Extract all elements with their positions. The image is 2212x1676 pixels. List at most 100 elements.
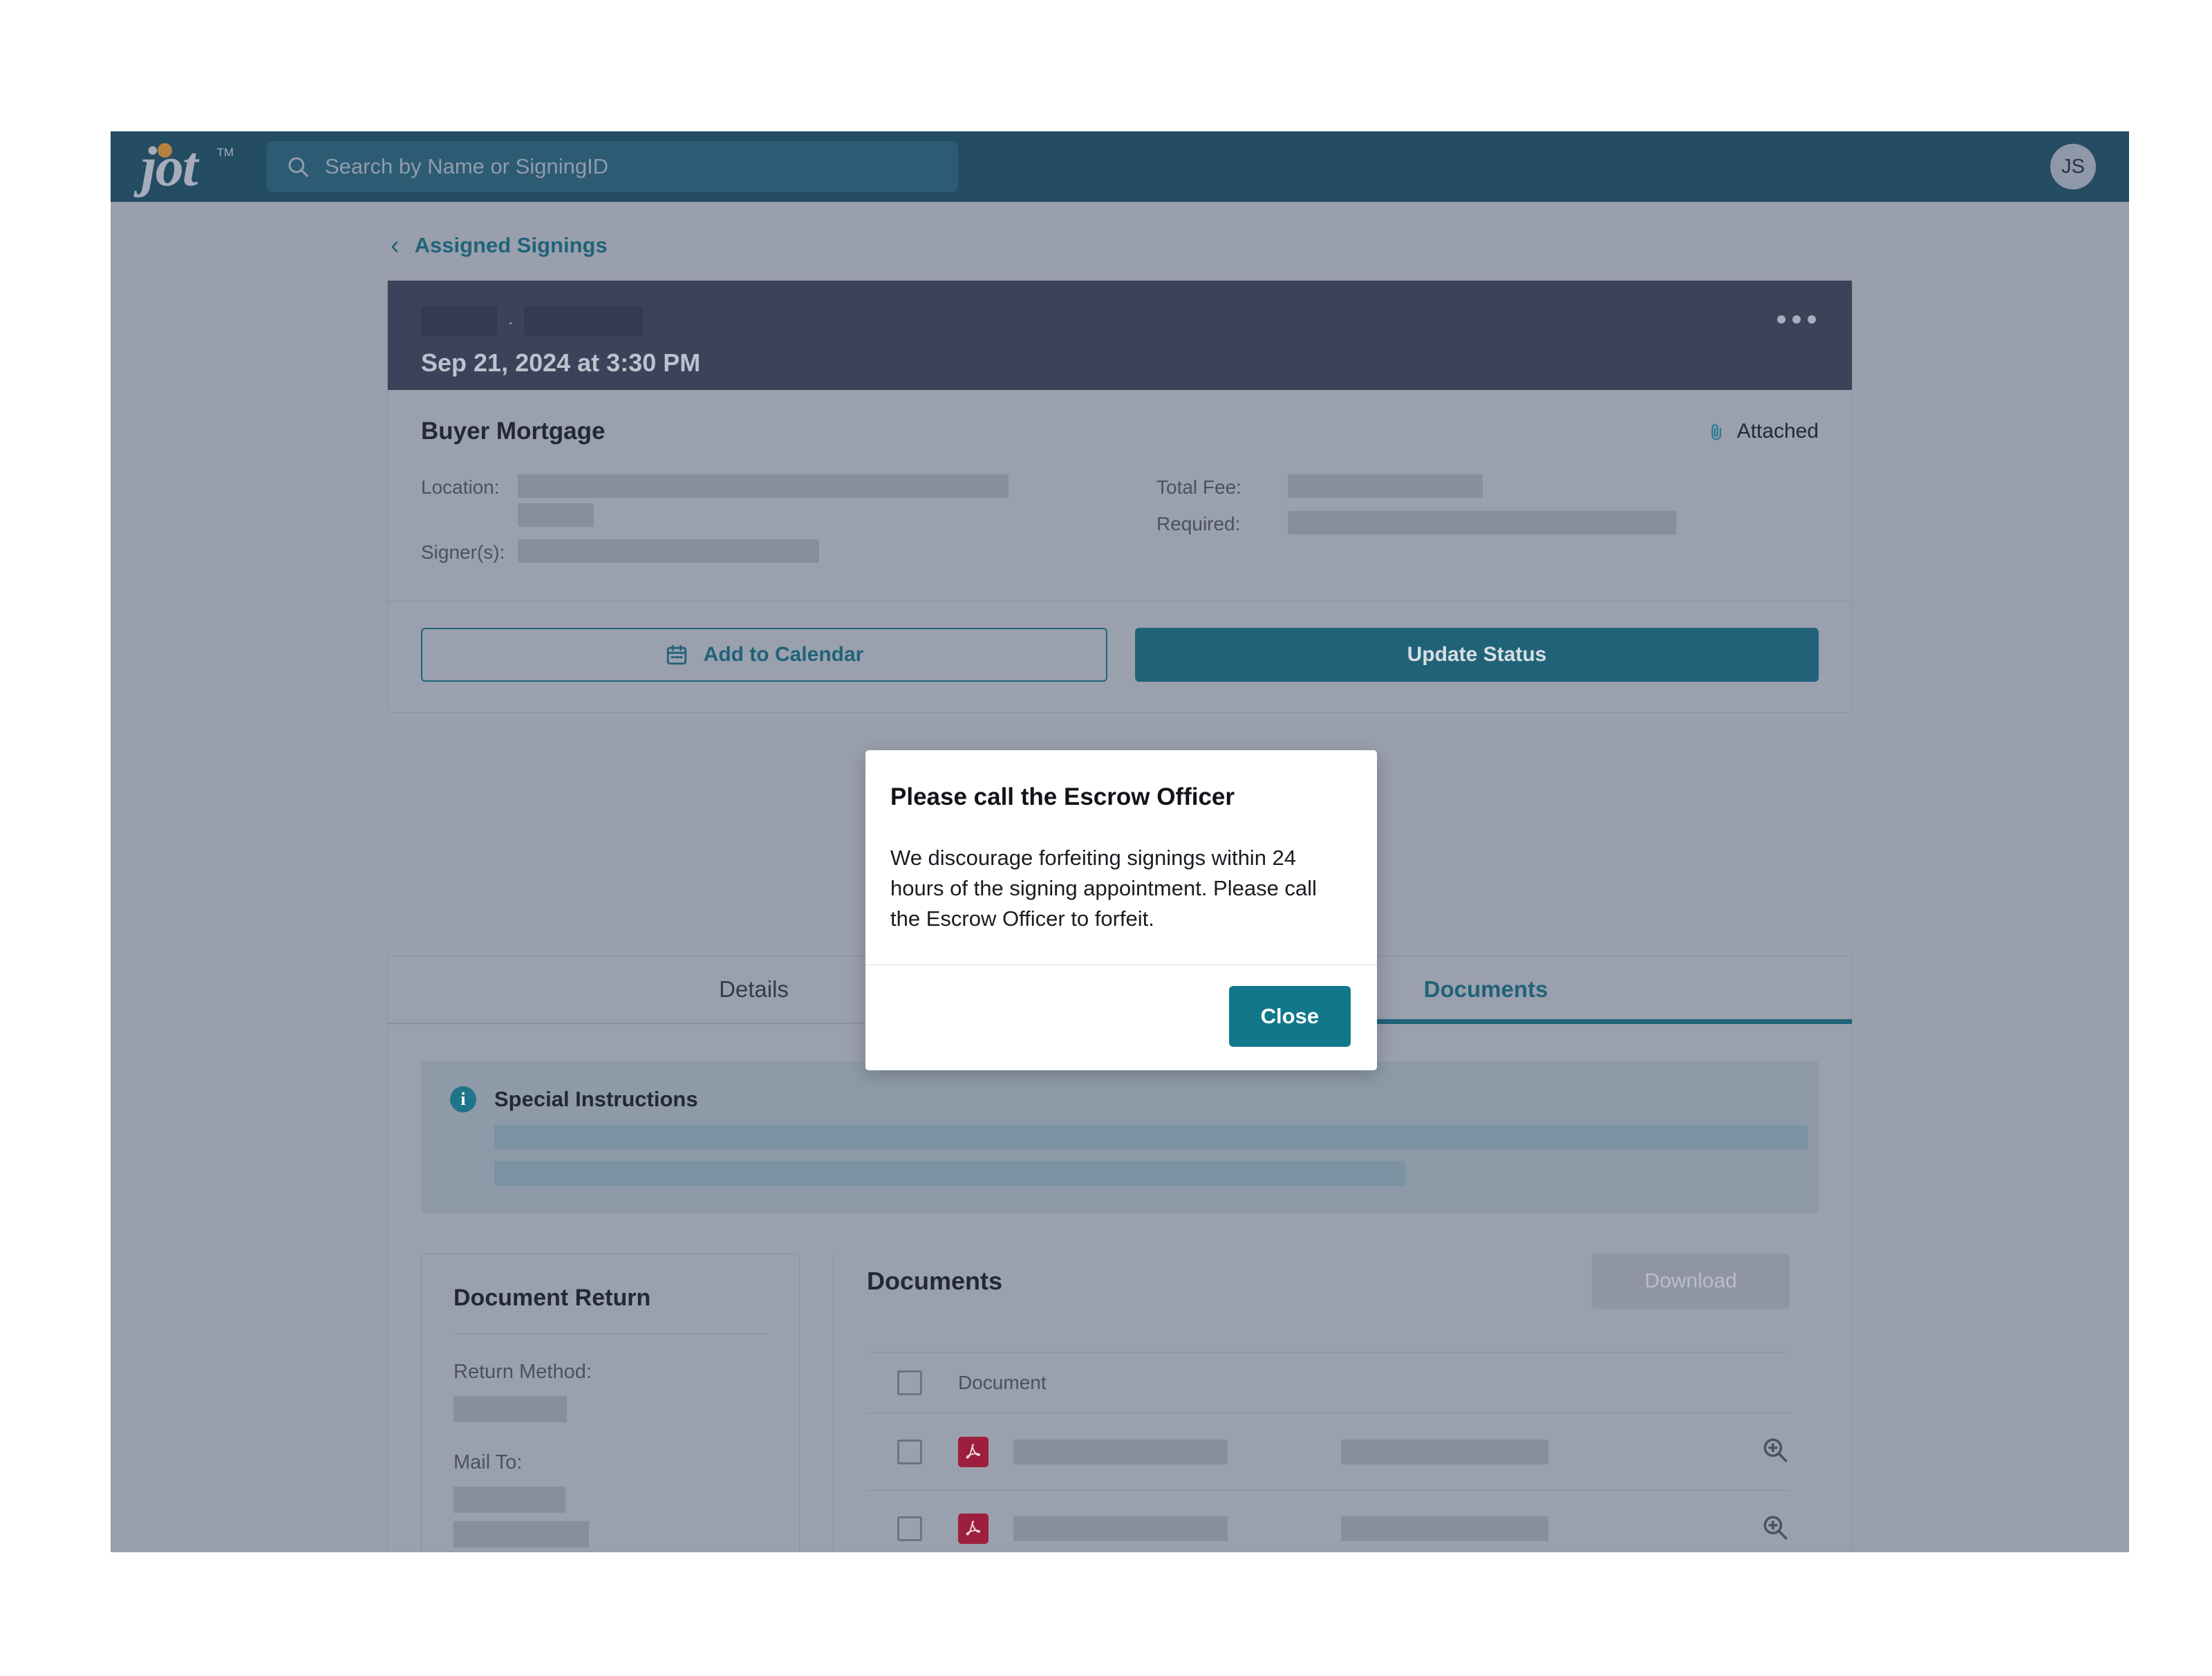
document-return-card: Document Return Return Method: Mail To: — [421, 1254, 800, 1552]
ellipsis-dot — [1808, 315, 1816, 324]
zoom-in-icon — [1763, 1438, 1788, 1462]
field-total-fee: Total Fee: — [1156, 474, 1676, 499]
return-method-value — [453, 1396, 767, 1422]
total-fee-redacted — [1288, 474, 1483, 498]
pdf-icon — [958, 1514, 988, 1544]
search-placeholder: Search by Name or SigningID — [325, 154, 609, 178]
escrow-officer-modal: Please call the Escrow Officer We discou… — [865, 750, 1377, 1071]
close-button[interactable]: Close — [1228, 986, 1351, 1048]
field-label: Total Fee: — [1156, 476, 1241, 498]
name-separator: . — [508, 308, 514, 328]
signing-fields-left: Location: Signer(s): — [421, 474, 1140, 572]
add-to-calendar-button[interactable]: Add to Calendar — [421, 628, 1107, 682]
special-instructions-header: i Special Instructions — [450, 1086, 1790, 1112]
update-status-label: Update Status — [1407, 643, 1547, 666]
download-button[interactable]: Download — [1592, 1254, 1790, 1309]
return-method-label: Return Method: — [453, 1361, 592, 1383]
signing-card-actions: Add to Calendar Update Status — [388, 602, 1852, 712]
location-redacted-line — [518, 474, 1009, 498]
field-label: Required: — [1156, 513, 1241, 534]
tab-label: Documents — [1423, 976, 1548, 1002]
top-navigation-bar: jot TM Search by Name or SigningID JS — [111, 131, 2129, 202]
chevron-left-icon: ‹ — [391, 230, 400, 260]
signers-redacted-line — [518, 539, 819, 563]
mail-to-label: Mail To: — [453, 1451, 523, 1473]
row-checkbox[interactable] — [897, 1439, 922, 1464]
info-icon: i — [450, 1086, 476, 1112]
mail-to-redacted-line — [453, 1521, 589, 1547]
breadcrumb-label: Assigned Signings — [414, 233, 608, 257]
download-label: Download — [1644, 1269, 1737, 1292]
instructions-redacted-line — [494, 1125, 1808, 1150]
documents-title: Documents — [867, 1267, 1003, 1295]
paperclip-icon — [1711, 424, 1721, 440]
documents-table: Document — [867, 1352, 1819, 1552]
field-signers: Signer(s): — [421, 539, 1140, 564]
pdf-glyph — [966, 1520, 981, 1536]
avatar[interactable]: JS — [2050, 144, 2096, 189]
update-status-button[interactable]: Update Status — [1135, 628, 1819, 682]
preview-document-button[interactable] — [1761, 1513, 1790, 1545]
signing-card-info: Buyer Mortgage Attached Location: Signer… — [388, 390, 1852, 602]
mail-to-value — [453, 1487, 767, 1552]
return-method-redacted — [453, 1396, 567, 1422]
documents-panel-header: Documents Download — [867, 1254, 1819, 1309]
modal-message: We discourage forfeiting signings within… — [890, 846, 1317, 931]
special-instructions-banner: i Special Instructions — [421, 1061, 1819, 1213]
file-type-cell — [958, 1514, 1013, 1544]
search-input[interactable]: Search by Name or SigningID — [267, 141, 958, 192]
field-value — [518, 539, 819, 563]
signing-name-row: . — [421, 306, 1819, 336]
signing-type-row: Buyer Mortgage Attached — [421, 418, 1819, 445]
signing-card-header: . Sep 21, 2024 at 3:30 PM — [388, 281, 1852, 390]
documents-list-panel: Documents Download Document — [833, 1254, 1819, 1552]
close-button-label: Close — [1260, 1004, 1319, 1029]
field-label: Location: — [421, 476, 500, 498]
select-all-checkbox[interactable] — [897, 1370, 922, 1395]
info-icon-glyph: i — [460, 1089, 466, 1109]
documents-tab-content: Document Return Return Method: Mail To: — [421, 1254, 1819, 1552]
attachment-status: Attached — [1707, 420, 1819, 443]
document-name-redacted — [1013, 1439, 1228, 1464]
field-label: Signer(s): — [421, 541, 505, 563]
table-header-row: Document — [867, 1352, 1790, 1413]
table-row[interactable] — [867, 1413, 1790, 1490]
field-required: Required: — [1156, 511, 1676, 535]
pdf-icon — [958, 1436, 988, 1467]
ellipsis-icon[interactable] — [1777, 315, 1816, 324]
add-to-calendar-label: Add to Calendar — [703, 643, 864, 666]
field-value — [518, 474, 1009, 527]
pdf-glyph — [966, 1444, 981, 1458]
signing-type-title: Buyer Mortgage — [421, 418, 606, 445]
modal-body: Please call the Escrow Officer We discou… — [865, 750, 1377, 965]
document-name-redacted — [1013, 1516, 1228, 1541]
signing-fields: Location: Signer(s): Total Fee: Required… — [421, 474, 1819, 572]
jot-logo[interactable]: jot TM — [138, 138, 234, 195]
signing-fields-right: Total Fee: Required: — [1140, 474, 1676, 572]
mail-to-redacted-line — [453, 1487, 565, 1513]
field-value — [1288, 511, 1676, 534]
table-row[interactable] — [867, 1490, 1790, 1552]
tab-label: Details — [719, 976, 789, 1002]
attachment-label: Attached — [1736, 420, 1819, 443]
breadcrumb-back-link[interactable]: ‹ Assigned Signings — [391, 230, 608, 260]
document-date-redacted — [1341, 1516, 1548, 1541]
document-return-title: Document Return — [453, 1285, 651, 1311]
logo-trademark: TM — [216, 146, 234, 159]
instructions-redacted-line — [494, 1161, 1405, 1186]
ellipsis-dot — [1792, 315, 1801, 324]
signing-id-redacted — [524, 306, 644, 335]
document-date-redacted — [1341, 1439, 1548, 1464]
special-instructions-body — [450, 1125, 1808, 1186]
page-body: ‹ Assigned Signings . Sep 21, 2024 at 3:… — [111, 202, 2129, 1552]
modal-title: Please call the Escrow Officer — [890, 783, 1235, 810]
field-location: Location: — [421, 474, 1140, 527]
calendar-icon — [666, 644, 686, 665]
required-redacted — [1288, 511, 1676, 534]
logo-dot-icon — [158, 143, 172, 158]
ellipsis-dot — [1777, 315, 1785, 324]
preview-document-button[interactable] — [1761, 1435, 1790, 1468]
row-checkbox[interactable] — [897, 1516, 922, 1541]
search-icon — [288, 157, 309, 178]
